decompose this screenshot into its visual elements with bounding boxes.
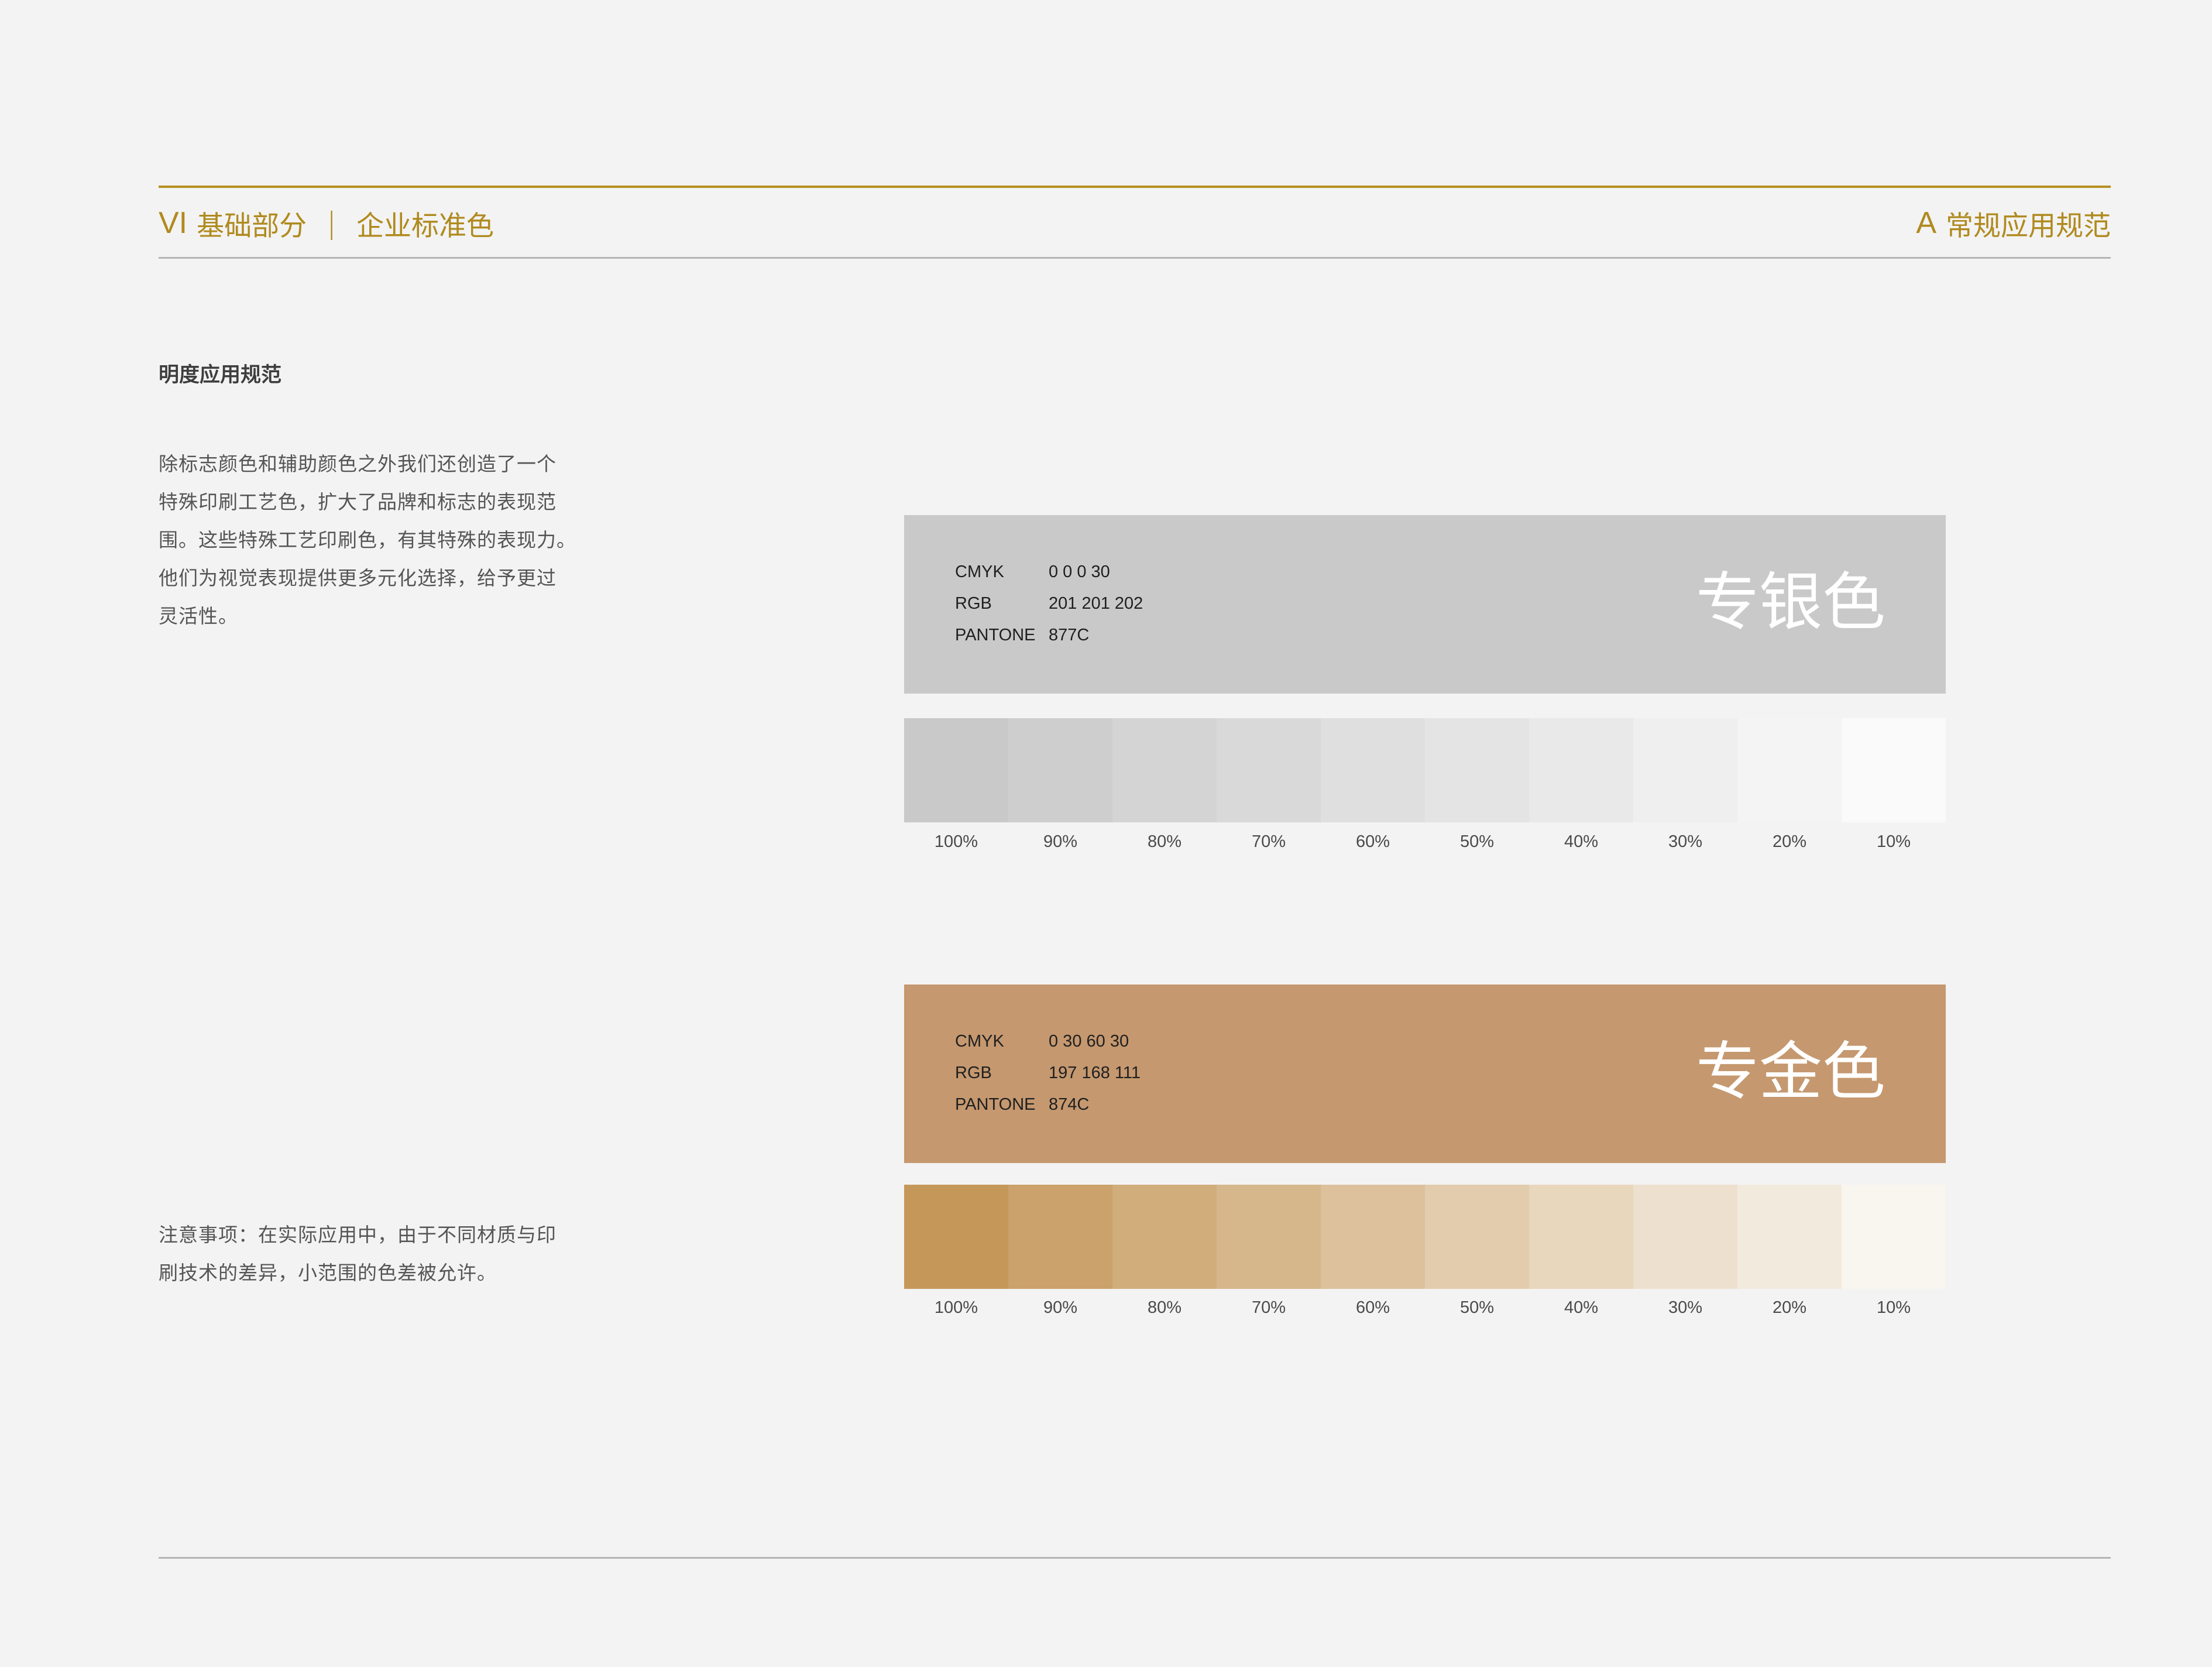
spec-value: 0 0 0 30	[1049, 562, 1110, 581]
footer-rule	[159, 1557, 2111, 1559]
tint-swatch	[1217, 718, 1321, 822]
tint-label: 80%	[1147, 1298, 1182, 1317]
spec-value: 0 30 60 30	[1049, 1032, 1129, 1051]
tint-swatch	[904, 1185, 1008, 1289]
tint-label: 60%	[1355, 1298, 1390, 1317]
tint-label: 70%	[1251, 1298, 1286, 1317]
spec-value: 197 168 111	[1049, 1064, 1141, 1082]
header-bottom-rule	[159, 257, 2111, 259]
tint-label: 10%	[1876, 832, 1911, 851]
gold-color-card: CMYK 0 30 60 30 RGB 197 168 111 PANTONE …	[904, 985, 1946, 1163]
spec-row-rgb: RGB 201 201 202	[955, 588, 1143, 619]
tint-label: 40%	[1564, 832, 1599, 851]
spec-label: PANTONE	[955, 1095, 1036, 1114]
tint-swatch	[904, 718, 1008, 822]
gold-specs: CMYK 0 30 60 30 RGB 197 168 111 PANTONE …	[955, 1025, 1141, 1120]
body-line: 灵活性。	[159, 605, 238, 627]
tint-label: 20%	[1772, 832, 1807, 851]
spec-row-pantone: PANTONE 874C	[955, 1089, 1141, 1120]
gold-tint-strip	[904, 1185, 1946, 1289]
tint-label: 40%	[1564, 1298, 1599, 1317]
tint-label: 100%	[934, 832, 978, 851]
spec-row-rgb: RGB 197 168 111	[955, 1057, 1141, 1089]
body-line: 围。这些特殊工艺印刷色，有其特殊的表现力。	[159, 529, 576, 551]
header-left-title: 企业标准色	[356, 210, 494, 242]
tint-swatch	[1529, 1185, 1633, 1289]
header-right: A 常规应用规范	[1916, 203, 2111, 243]
tint-swatch	[1008, 718, 1112, 822]
spec-row-cmyk: CMYK 0 0 0 30	[955, 556, 1143, 588]
silver-specs: CMYK 0 0 0 30 RGB 201 201 202 PANTONE 87…	[955, 556, 1143, 651]
tint-label: 10%	[1876, 1298, 1911, 1317]
tint-swatch	[1008, 1185, 1112, 1289]
tint-swatch	[1321, 718, 1425, 822]
header-left: VI 基础部分 | 企业标准色	[159, 203, 494, 243]
spec-label: CMYK	[955, 562, 1004, 581]
tint-label: 30%	[1668, 832, 1703, 851]
silver-color-name: 专银色	[1695, 566, 1885, 639]
tint-swatch	[1842, 1185, 1946, 1289]
tint-swatch	[1425, 718, 1529, 822]
tint-label: 90%	[1043, 1298, 1078, 1317]
tint-label: 50%	[1459, 1298, 1495, 1317]
body-line: 他们为视觉表现提供更多元化选择，给予更过	[159, 567, 557, 589]
spec-row-pantone: PANTONE 877C	[955, 619, 1143, 651]
tint-swatch	[1633, 1185, 1737, 1289]
silver-color-card: CMYK 0 0 0 30 RGB 201 201 202 PANTONE 87…	[904, 515, 1946, 694]
tint-swatch	[1737, 1185, 1842, 1289]
section-title: 明度应用规范	[159, 363, 282, 387]
note-line: 刷技术的差异，小范围的色差被允许。	[159, 1261, 497, 1284]
spec-label: RGB	[955, 1064, 992, 1082]
spec-label: PANTONE	[955, 626, 1036, 644]
gold-color-name: 专金色	[1695, 1035, 1885, 1109]
spec-value: 877C	[1049, 626, 1090, 644]
spec-label: CMYK	[955, 1032, 1004, 1051]
spec-row-cmyk: CMYK 0 30 60 30	[955, 1025, 1141, 1057]
tint-label: 20%	[1772, 1298, 1807, 1317]
tint-swatch	[1112, 1185, 1217, 1289]
silver-tint-strip	[904, 718, 1946, 822]
tint-swatch	[1737, 718, 1842, 822]
tint-label: 90%	[1043, 832, 1078, 851]
spec-value: 874C	[1049, 1095, 1090, 1114]
section-body: 除标志颜色和辅助颜色之外我们还创造了一个 特殊印刷工艺色，扩大了品牌和标志的表现…	[159, 445, 609, 635]
tint-label: 50%	[1459, 832, 1495, 851]
tint-label: 100%	[934, 1298, 978, 1317]
section-note: 注意事项：在实际应用中，由于不同材质与印 刷技术的差异，小范围的色差被允许。	[159, 1216, 609, 1292]
tint-swatch	[1112, 718, 1217, 822]
tint-swatch	[1633, 718, 1737, 822]
tint-label: 60%	[1355, 832, 1390, 851]
spec-label: RGB	[955, 594, 992, 613]
header-separator: |	[327, 206, 336, 240]
tint-swatch	[1842, 718, 1946, 822]
silver-tint-labels: 100% 90% 80% 70% 60% 50% 40% 30% 20% 10%	[904, 832, 1946, 856]
tint-swatch	[1425, 1185, 1529, 1289]
tint-label: 80%	[1147, 832, 1182, 851]
body-line: 特殊印刷工艺色，扩大了品牌和标志的表现范	[159, 491, 557, 513]
header-right-code: A	[1916, 206, 1936, 240]
tint-label: 70%	[1251, 832, 1286, 851]
tint-swatch	[1217, 1185, 1321, 1289]
tint-swatch	[1321, 1185, 1425, 1289]
tint-label: 30%	[1668, 1298, 1703, 1317]
spec-value: 201 201 202	[1049, 594, 1143, 613]
header-left-code: VI	[159, 206, 188, 240]
gold-tint-labels: 100% 90% 80% 70% 60% 50% 40% 30% 20% 10%	[904, 1298, 1946, 1322]
header-right-title: 常规应用规范	[1946, 210, 2111, 242]
body-line: 除标志颜色和辅助颜色之外我们还创造了一个	[159, 452, 557, 475]
note-line: 注意事项：在实际应用中，由于不同材质与印	[159, 1223, 557, 1246]
tint-swatch	[1529, 718, 1633, 822]
header-left-section: 基础部分	[197, 210, 307, 242]
header-top-rule	[159, 186, 2111, 188]
